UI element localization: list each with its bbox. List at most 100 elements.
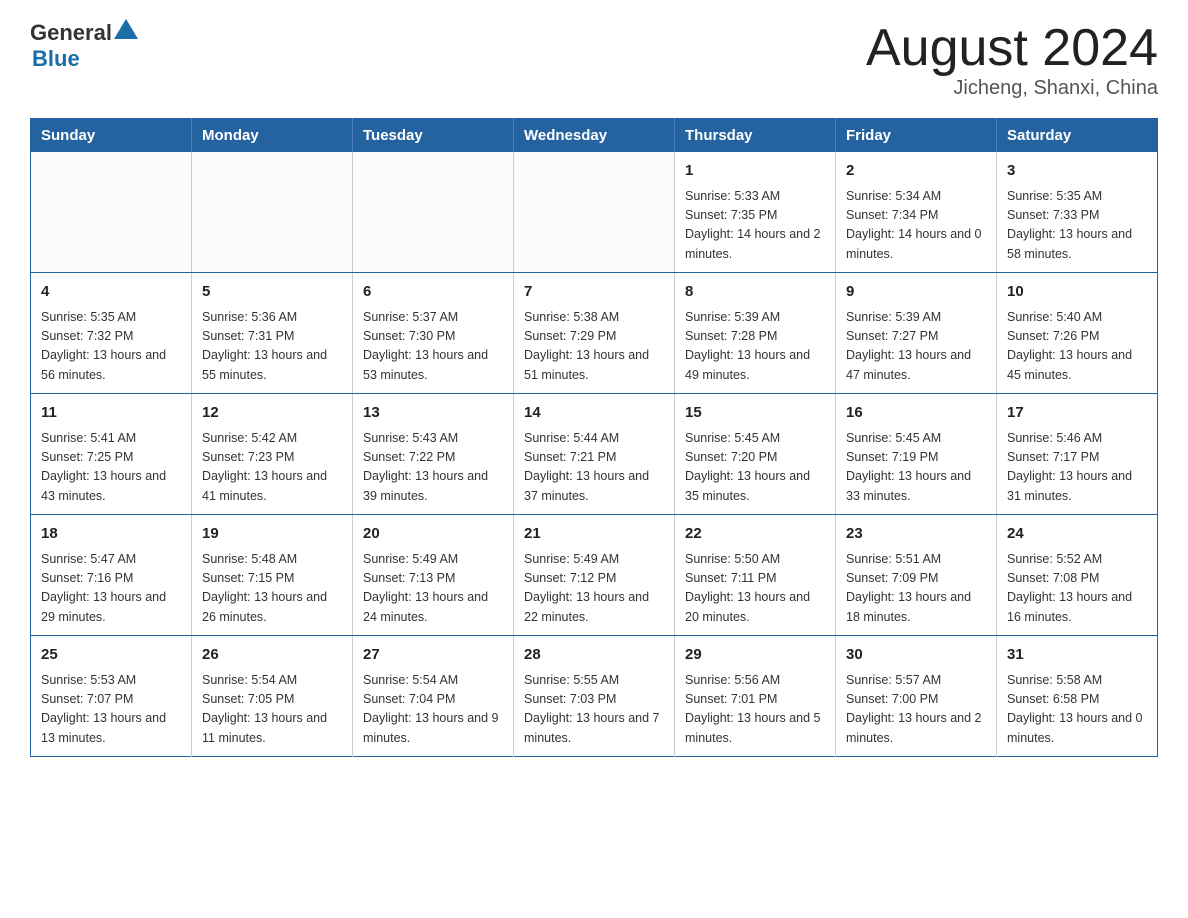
day-number: 4 [41, 281, 181, 304]
calendar-cell: 7 Sunrise: 5:38 AM Sunset: 7:29 PM Daylig… [514, 273, 675, 394]
calendar-cell: 23 Sunrise: 5:51 AM Sunset: 7:09 PM Dayli… [836, 515, 997, 636]
calendar-day-header: Thursday [675, 119, 836, 153]
page-title: August 2024 [866, 20, 1158, 77]
calendar-header-row: SundayMondayTuesdayWednesdayThursdayFrid… [31, 119, 1158, 153]
calendar-cell: 4Sunrise: 5:35 AM Sunset: 7:32 PM Daylig… [31, 273, 192, 394]
calendar-cell: 18 Sunrise: 5:47 AM Sunset: 7:16 PM Dayli… [31, 515, 192, 636]
day-number: 26 [202, 644, 342, 667]
calendar-cell: 19Sunrise: 5:48 AM Sunset: 7:15 PM Dayli… [192, 515, 353, 636]
day-info: Sunrise: 5:51 AM Sunset: 7:09 PM Dayligh… [846, 550, 986, 628]
calendar-cell: 5 Sunrise: 5:36 AM Sunset: 7:31 PM Daylig… [192, 273, 353, 394]
day-info: Sunrise: 5:44 AM Sunset: 7:21 PM Dayligh… [524, 429, 664, 507]
day-info: Sunrise: 5:39 AM Sunset: 7:27 PM Dayligh… [846, 308, 986, 386]
calendar-cell [192, 152, 353, 273]
calendar-cell: 2Sunrise: 5:34 AM Sunset: 7:34 PM Daylig… [836, 152, 997, 273]
calendar-week-row: 25 Sunrise: 5:53 AM Sunset: 7:07 PM Dayli… [31, 636, 1158, 757]
day-number: 11 [41, 402, 181, 425]
calendar-cell: 8 Sunrise: 5:39 AM Sunset: 7:28 PM Daylig… [675, 273, 836, 394]
calendar-cell: 30Sunrise: 5:57 AM Sunset: 7:00 PM Dayli… [836, 636, 997, 757]
day-info: Sunrise: 5:58 AM Sunset: 6:58 PM Dayligh… [1007, 671, 1147, 749]
day-number: 18 [41, 523, 181, 546]
day-number: 23 [846, 523, 986, 546]
page-header: General Blue August 2024 Jicheng, Shanxi… [30, 20, 1158, 100]
day-number: 31 [1007, 644, 1147, 667]
day-number: 29 [685, 644, 825, 667]
calendar-cell: 9 Sunrise: 5:39 AM Sunset: 7:27 PM Daylig… [836, 273, 997, 394]
logo-blue-text: Blue [32, 46, 80, 72]
logo: General Blue [30, 20, 138, 72]
calendar-cell: 1Sunrise: 5:33 AM Sunset: 7:35 PM Daylig… [675, 152, 836, 273]
day-number: 24 [1007, 523, 1147, 546]
calendar-cell [514, 152, 675, 273]
calendar-cell: 10 Sunrise: 5:40 AM Sunset: 7:26 PM Dayli… [997, 273, 1158, 394]
day-number: 30 [846, 644, 986, 667]
day-number: 13 [363, 402, 503, 425]
calendar-cell: 20Sunrise: 5:49 AM Sunset: 7:13 PM Dayli… [353, 515, 514, 636]
calendar-day-header: Tuesday [353, 119, 514, 153]
calendar-cell: 15Sunrise: 5:45 AM Sunset: 7:20 PM Dayli… [675, 394, 836, 515]
day-info: Sunrise: 5:40 AM Sunset: 7:26 PM Dayligh… [1007, 308, 1147, 386]
calendar-cell: 3 Sunrise: 5:35 AM Sunset: 7:33 PM Daylig… [997, 152, 1158, 273]
day-number: 10 [1007, 281, 1147, 304]
day-info: Sunrise: 5:52 AM Sunset: 7:08 PM Dayligh… [1007, 550, 1147, 628]
day-number: 21 [524, 523, 664, 546]
logo-triangle-icon [114, 19, 138, 39]
day-number: 12 [202, 402, 342, 425]
day-number: 22 [685, 523, 825, 546]
day-info: Sunrise: 5:35 AM Sunset: 7:33 PM Dayligh… [1007, 187, 1147, 265]
day-number: 5 [202, 281, 342, 304]
day-info: Sunrise: 5:50 AM Sunset: 7:11 PM Dayligh… [685, 550, 825, 628]
calendar-cell: 26 Sunrise: 5:54 AM Sunset: 7:05 PM Dayli… [192, 636, 353, 757]
day-info: Sunrise: 5:47 AM Sunset: 7:16 PM Dayligh… [41, 550, 181, 628]
day-number: 17 [1007, 402, 1147, 425]
day-info: Sunrise: 5:54 AM Sunset: 7:04 PM Dayligh… [363, 671, 503, 749]
day-info: Sunrise: 5:46 AM Sunset: 7:17 PM Dayligh… [1007, 429, 1147, 507]
calendar-day-header: Saturday [997, 119, 1158, 153]
day-number: 25 [41, 644, 181, 667]
day-number: 8 [685, 281, 825, 304]
calendar-cell: 28Sunrise: 5:55 AM Sunset: 7:03 PM Dayli… [514, 636, 675, 757]
calendar-cell: 27 Sunrise: 5:54 AM Sunset: 7:04 PM Dayli… [353, 636, 514, 757]
day-number: 27 [363, 644, 503, 667]
day-info: Sunrise: 5:36 AM Sunset: 7:31 PM Dayligh… [202, 308, 342, 386]
day-number: 3 [1007, 160, 1147, 183]
day-info: Sunrise: 5:41 AM Sunset: 7:25 PM Dayligh… [41, 429, 181, 507]
day-info: Sunrise: 5:43 AM Sunset: 7:22 PM Dayligh… [363, 429, 503, 507]
day-info: Sunrise: 5:37 AM Sunset: 7:30 PM Dayligh… [363, 308, 503, 386]
day-number: 16 [846, 402, 986, 425]
calendar-table: SundayMondayTuesdayWednesdayThursdayFrid… [30, 118, 1158, 757]
calendar-week-row: 4Sunrise: 5:35 AM Sunset: 7:32 PM Daylig… [31, 273, 1158, 394]
day-info: Sunrise: 5:54 AM Sunset: 7:05 PM Dayligh… [202, 671, 342, 749]
day-number: 20 [363, 523, 503, 546]
calendar-cell: 11 Sunrise: 5:41 AM Sunset: 7:25 PM Dayli… [31, 394, 192, 515]
calendar-cell: 6Sunrise: 5:37 AM Sunset: 7:30 PM Daylig… [353, 273, 514, 394]
day-number: 14 [524, 402, 664, 425]
day-info: Sunrise: 5:56 AM Sunset: 7:01 PM Dayligh… [685, 671, 825, 749]
day-info: Sunrise: 5:45 AM Sunset: 7:20 PM Dayligh… [685, 429, 825, 507]
calendar-cell [353, 152, 514, 273]
calendar-cell: 22 Sunrise: 5:50 AM Sunset: 7:11 PM Dayli… [675, 515, 836, 636]
day-info: Sunrise: 5:48 AM Sunset: 7:15 PM Dayligh… [202, 550, 342, 628]
calendar-day-header: Friday [836, 119, 997, 153]
calendar-cell: 31 Sunrise: 5:58 AM Sunset: 6:58 PM Dayli… [997, 636, 1158, 757]
day-info: Sunrise: 5:42 AM Sunset: 7:23 PM Dayligh… [202, 429, 342, 507]
day-info: Sunrise: 5:38 AM Sunset: 7:29 PM Dayligh… [524, 308, 664, 386]
calendar-cell: 24 Sunrise: 5:52 AM Sunset: 7:08 PM Dayli… [997, 515, 1158, 636]
day-info: Sunrise: 5:39 AM Sunset: 7:28 PM Dayligh… [685, 308, 825, 386]
calendar-week-row: 11 Sunrise: 5:41 AM Sunset: 7:25 PM Dayli… [31, 394, 1158, 515]
calendar-cell: 16Sunrise: 5:45 AM Sunset: 7:19 PM Dayli… [836, 394, 997, 515]
calendar-cell: 13 Sunrise: 5:43 AM Sunset: 7:22 PM Dayli… [353, 394, 514, 515]
day-number: 9 [846, 281, 986, 304]
calendar-week-row: 1Sunrise: 5:33 AM Sunset: 7:35 PM Daylig… [31, 152, 1158, 273]
day-info: Sunrise: 5:49 AM Sunset: 7:12 PM Dayligh… [524, 550, 664, 628]
calendar-cell: 14 Sunrise: 5:44 AM Sunset: 7:21 PM Dayli… [514, 394, 675, 515]
day-number: 1 [685, 160, 825, 183]
calendar-day-header: Monday [192, 119, 353, 153]
calendar-cell: 25 Sunrise: 5:53 AM Sunset: 7:07 PM Dayli… [31, 636, 192, 757]
day-info: Sunrise: 5:34 AM Sunset: 7:34 PM Dayligh… [846, 187, 986, 265]
day-number: 7 [524, 281, 664, 304]
calendar-cell: 17 Sunrise: 5:46 AM Sunset: 7:17 PM Dayli… [997, 394, 1158, 515]
day-info: Sunrise: 5:53 AM Sunset: 7:07 PM Dayligh… [41, 671, 181, 749]
calendar-cell: 21 Sunrise: 5:49 AM Sunset: 7:12 PM Dayli… [514, 515, 675, 636]
calendar-cell: 12 Sunrise: 5:42 AM Sunset: 7:23 PM Dayli… [192, 394, 353, 515]
